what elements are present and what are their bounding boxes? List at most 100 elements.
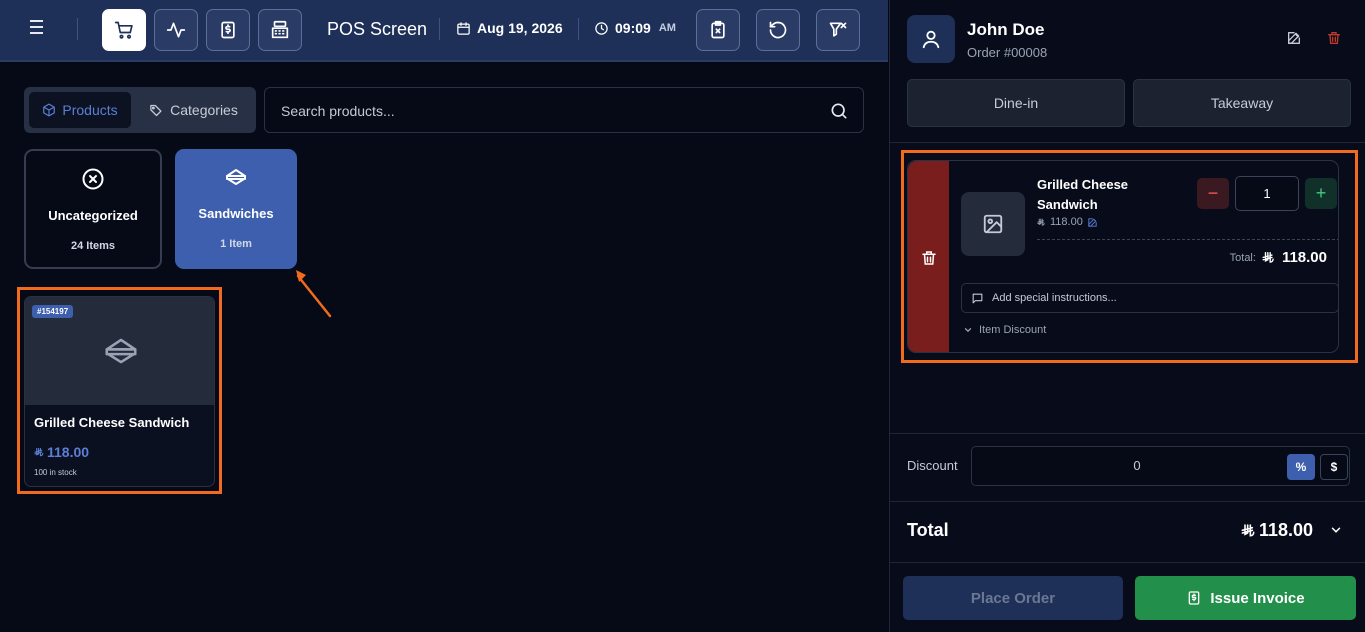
user-icon [922,30,940,49]
category-count: 24 Items [70,240,116,252]
chevron-down-icon[interactable] [1329,523,1343,537]
special-instructions-placeholder: Add special instructions... [992,292,1117,304]
image-icon [983,214,1003,234]
reset-button[interactable] [756,9,800,51]
divider [890,562,1365,563]
currency-icon [1241,523,1255,536]
view-toggle: Products Categories [24,87,256,133]
edit-icon[interactable] [1087,217,1098,228]
decrease-qty-button[interactable]: − [1197,178,1229,209]
clear-order-button[interactable] [696,9,740,51]
issue-invoice-button[interactable]: Issue Invoice [1135,576,1356,620]
ampm-text: AM [658,22,676,34]
discount-amount-button[interactable]: $ [1320,454,1348,480]
menu-icon[interactable] [30,20,48,38]
date-text: Aug 19, 2026 [477,20,563,36]
item-image-placeholder [961,192,1025,256]
search-input[interactable] [281,100,801,122]
category-count: 1 Item [220,238,252,250]
special-instructions-field[interactable]: Add special instructions... [961,283,1338,313]
product-price-value: 118.00 [47,444,90,460]
dine-in-button[interactable]: Dine-in [907,79,1125,127]
tab-categories[interactable]: Categories [136,92,251,128]
currency-icon [34,447,44,456]
clipboard-x-icon [711,20,725,39]
x-circle-icon [82,168,104,190]
page-title: POS Screen [327,19,428,39]
search-box [264,87,864,133]
date-display: Aug 19, 2026 [456,20,563,36]
item-total-label: Total: [1229,251,1256,264]
cash-button[interactable] [206,9,250,51]
place-order-button[interactable]: Place Order [903,576,1123,620]
item-unit-price: 118.00 [1037,216,1098,228]
quantity-input[interactable] [1235,176,1299,211]
order-number: Order #00008 [967,45,1048,60]
currency-icon [1037,218,1045,226]
cart-icon [114,21,133,39]
item-name: Grilled Cheese Sandwich [1037,177,1129,212]
order-panel: John Doe Order #00008 Dine-in Takeaway G… [889,0,1365,632]
discount-field[interactable]: 0 % $ [971,446,1350,486]
product-stock: 100 in stock [34,468,77,477]
divider [890,433,1365,434]
product-card[interactable]: #154197 Grilled Cheese Sandwich 118.00 1… [24,296,215,487]
avatar[interactable] [907,15,955,63]
tab-products-label: Products [62,102,118,118]
currency-icon [1262,251,1274,263]
register-button[interactable] [258,9,302,51]
chevron-down-icon [964,328,972,333]
annotation-arrow [296,270,332,318]
divider [1037,239,1338,240]
filter-x-icon [829,22,847,37]
separator [439,18,440,40]
box-icon [43,103,56,117]
item-discount-toggle[interactable]: Item Discount [963,324,1046,336]
item-total: Total: 118.00 [1230,249,1327,266]
divider [890,142,1365,143]
top-bar: POS Screen Aug 19, 2026 09:09 AM [0,0,888,62]
remove-item-button[interactable] [908,161,949,352]
cash-icon [221,21,235,39]
increase-qty-button[interactable]: + [1305,178,1337,209]
item-discount-label: Item Discount [979,324,1047,336]
issue-invoice-label: Issue Invoice [1210,589,1305,607]
activity-icon [166,22,186,38]
separator [77,18,78,40]
separator [578,18,579,40]
divider [890,501,1365,502]
category-card-sandwiches[interactable]: Sandwiches 1 Item [175,149,297,269]
search-icon[interactable] [829,101,849,121]
discount-value[interactable]: 0 [972,458,1302,473]
tab-categories-label: Categories [170,102,238,118]
clear-filter-button[interactable] [816,9,860,51]
discount-percent-button[interactable]: % [1287,454,1315,480]
calendar-icon [457,21,470,35]
cart-button[interactable] [102,9,146,51]
item-unit-price-value: 118.00 [1050,216,1083,228]
cart-item: Grilled Cheese Sandwich 118.00 − + Total… [907,160,1339,353]
sandwich-icon [226,169,246,185]
tab-products[interactable]: Products [29,92,131,128]
order-total: 118.00 [1241,520,1313,541]
product-id-badge: #154197 [32,305,74,318]
trash-icon [921,250,936,265]
reset-icon [769,21,787,39]
message-icon [972,293,983,303]
activity-button[interactable] [154,9,198,51]
clock-icon [595,21,608,35]
trash-icon[interactable] [1326,30,1342,46]
product-name: Grilled Cheese Sandwich [34,415,190,430]
category-name: Uncategorized [48,208,138,223]
register-icon [271,20,289,39]
item-total-value: 118.00 [1281,249,1327,266]
time-display: 09:09 AM [594,20,676,36]
product-area: POS Screen Aug 19, 2026 09:09 AM Products… [0,0,888,632]
discount-label: Discount [907,458,958,473]
tags-icon [150,104,162,116]
category-card-uncategorized[interactable]: Uncategorized 24 Items [24,149,162,269]
product-price: 118.00 [34,444,89,460]
edit-icon[interactable] [1286,30,1302,46]
takeaway-button[interactable]: Takeaway [1133,79,1351,127]
invoice-icon [1189,591,1200,605]
